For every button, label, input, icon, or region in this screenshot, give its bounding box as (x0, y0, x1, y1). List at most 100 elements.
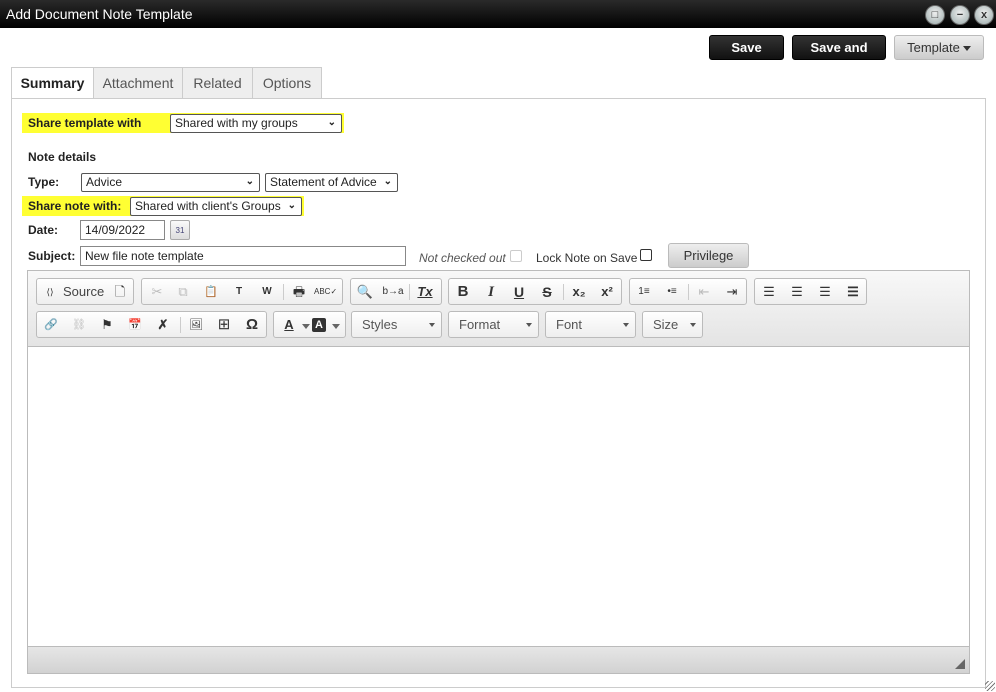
editor-content-area[interactable] (28, 347, 969, 646)
save-button[interactable]: Save (709, 35, 784, 60)
template-menu-button[interactable]: Template (894, 35, 984, 60)
type-select[interactable]: Advice ⌄ (81, 173, 260, 192)
editor-toolbar: ⟨⟩ Source 🗋 ✂ ⧉ 📋 T W 🖶 ABC✓ 🔍 b→a Tx B … (28, 271, 969, 347)
caret-down-icon[interactable] (332, 324, 340, 329)
caret-down-icon (690, 323, 696, 327)
outdent-icon[interactable]: ⇤ (693, 282, 715, 302)
size-combo[interactable]: Size (642, 311, 703, 338)
chevron-down-icon: ⌄ (245, 176, 254, 187)
strikethrough-icon[interactable]: S (536, 282, 558, 302)
checkout-checkbox (510, 250, 522, 262)
paste-text-icon[interactable]: T (228, 282, 250, 302)
tab-related[interactable]: Related (182, 67, 253, 99)
subtype-select[interactable]: Statement of Advice ⌄ (265, 173, 398, 192)
align-right-icon[interactable]: ☰ (814, 282, 836, 302)
chevron-down-icon: ⌄ (327, 117, 336, 128)
table-icon[interactable]: ⊞ (213, 315, 235, 335)
share-note-value: Shared with client's Groups (135, 199, 281, 213)
caret-down-icon (962, 46, 971, 52)
text-color-icon[interactable]: A (278, 315, 300, 335)
list-group: 1≡ •≡ ⇤ ⇥ (629, 278, 747, 305)
link-icon[interactable]: 🔗 (40, 315, 62, 335)
close-icon[interactable]: x (974, 5, 994, 25)
indent-icon[interactable]: ⇥ (721, 282, 743, 302)
note-details-heading: Note details (28, 150, 97, 164)
basic-styles-group: B I U S x₂ x² (448, 278, 622, 305)
background-color-icon[interactable]: A (312, 318, 326, 332)
editor-resize-handle[interactable] (955, 659, 965, 669)
minimize-icon[interactable]: − (950, 5, 970, 25)
tools-icon[interactable]: ✗ (152, 315, 174, 335)
source-button-label[interactable]: Source (63, 284, 104, 299)
lock-note-checkbox[interactable] (640, 249, 652, 261)
tab-summary[interactable]: Summary (11, 67, 94, 100)
insert-date-icon[interactable]: 📅 (124, 315, 146, 335)
share-template-value: Shared with my groups (175, 116, 298, 130)
anchor-flag-icon[interactable]: ⚑ (96, 315, 118, 335)
spellcheck-icon[interactable]: ABC✓ (314, 282, 337, 302)
subject-label: Subject: (28, 249, 76, 263)
chevron-down-icon: ⌄ (383, 176, 392, 187)
remove-format-icon[interactable]: Tx (414, 282, 436, 302)
date-input[interactable]: 14/09/2022 (80, 220, 165, 240)
font-combo-label: Font (556, 317, 583, 332)
separator (409, 284, 410, 300)
calendar-icon[interactable]: 31 (170, 220, 190, 240)
save-and-close-button[interactable]: Save and Close (792, 35, 886, 78)
share-template-label: Share template with (28, 116, 142, 130)
align-left-icon[interactable]: ☰ (758, 282, 780, 302)
privilege-button[interactable]: Privilege (668, 243, 749, 268)
special-character-icon[interactable]: Ω (241, 315, 263, 335)
subject-input[interactable]: New file note template (80, 246, 406, 266)
bold-icon[interactable]: B (452, 282, 474, 302)
superscript-icon[interactable]: x² (596, 282, 618, 302)
share-note-label: Share note with: (28, 199, 122, 213)
bulleted-list-icon[interactable]: •≡ (661, 282, 683, 302)
paste-word-icon[interactable]: W (256, 282, 278, 302)
replace-icon[interactable]: b→a (382, 282, 404, 302)
tab-options[interactable]: Options (252, 67, 322, 99)
format-combo-label: Format (459, 317, 501, 332)
caret-down-icon (526, 323, 532, 327)
unlink-icon[interactable]: ⛓ (68, 315, 90, 335)
size-combo-label: Size (653, 317, 679, 332)
print-icon[interactable]: 🖶 (288, 282, 310, 302)
cut-icon[interactable]: ✂ (146, 282, 168, 302)
window-title: Add Document Note Template (6, 6, 193, 22)
alignment-group: ☰ ☰ ☰ ☰ (754, 278, 867, 305)
subscript-icon[interactable]: x₂ (568, 282, 590, 302)
styles-combo-label: Styles (362, 317, 398, 332)
new-page-icon[interactable]: 🗋 (109, 282, 131, 302)
underline-icon[interactable]: U (508, 282, 530, 302)
type-value: Advice (86, 175, 123, 189)
share-template-select[interactable]: Shared with my groups ⌄ (170, 114, 342, 133)
subtype-value: Statement of Advice (270, 175, 377, 189)
editor-status-bar (28, 646, 969, 673)
title-bar: Add Document Note Template □ − x (0, 0, 996, 28)
separator (180, 317, 181, 333)
maximize-icon[interactable]: □ (925, 5, 945, 25)
copy-icon[interactable]: ⧉ (172, 282, 194, 302)
checkout-status: Not checked out (419, 251, 506, 265)
template-label: Template (907, 40, 960, 55)
image-icon[interactable]: 🖼 (185, 315, 207, 335)
styles-combo[interactable]: Styles (351, 311, 442, 338)
font-combo[interactable]: Font (545, 311, 636, 338)
format-combo[interactable]: Format (448, 311, 539, 338)
italic-icon[interactable]: I (480, 282, 502, 302)
justify-icon[interactable]: ☰ (842, 282, 864, 302)
share-note-select[interactable]: Shared with client's Groups ⌄ (130, 197, 302, 216)
paste-icon[interactable]: 📋 (200, 282, 222, 302)
lock-note-label: Lock Note on Save (536, 251, 638, 265)
caret-down-icon (429, 323, 435, 327)
rich-text-editor: ⟨⟩ Source 🗋 ✂ ⧉ 📋 T W 🖶 ABC✓ 🔍 b→a Tx B … (27, 270, 970, 674)
caret-down-icon[interactable] (302, 324, 310, 329)
source-icon[interactable]: ⟨⟩ (39, 282, 61, 302)
window-resize-grip[interactable] (985, 681, 995, 691)
find-icon[interactable]: 🔍 (354, 282, 376, 302)
tab-attachment[interactable]: Attachment (93, 67, 183, 99)
separator (563, 284, 564, 300)
date-label: Date: (28, 223, 59, 237)
numbered-list-icon[interactable]: 1≡ (633, 282, 655, 302)
align-center-icon[interactable]: ☰ (786, 282, 808, 302)
